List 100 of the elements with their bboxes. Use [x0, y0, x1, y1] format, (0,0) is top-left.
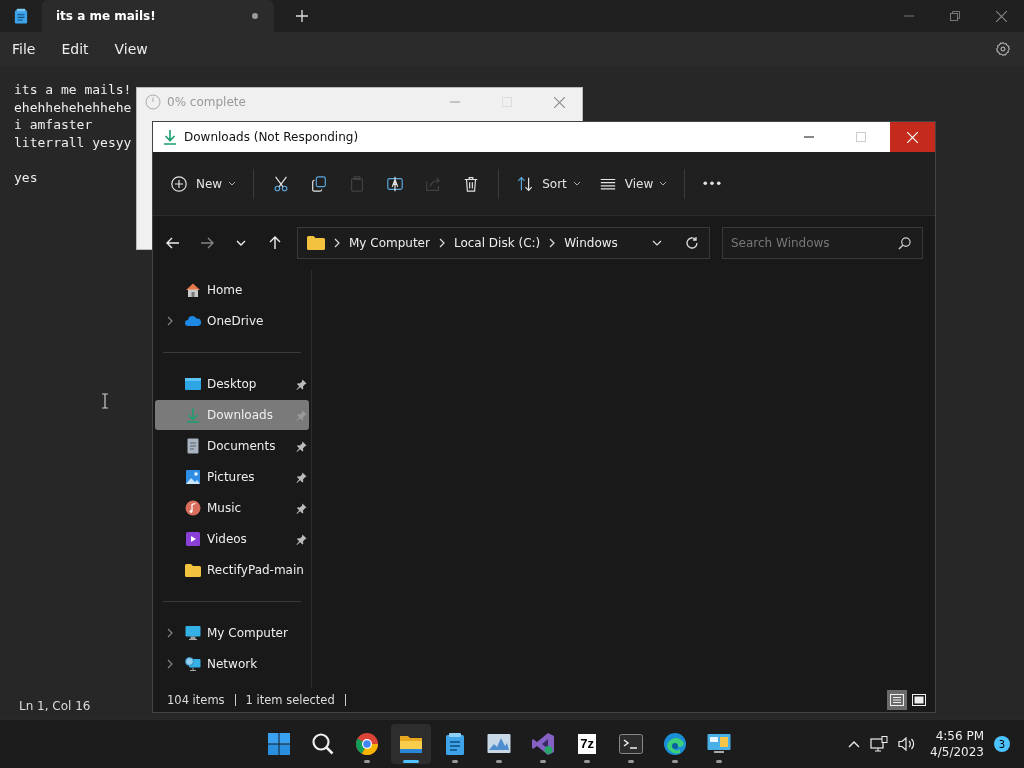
volume-icon[interactable]: [898, 736, 917, 752]
clock-date[interactable]: 4/5/2023: [930, 744, 984, 760]
pin-icon[interactable]: [296, 472, 307, 483]
terminal-icon: [619, 732, 644, 756]
address-bar[interactable]: My Computer Local Disk (C:) Windows: [297, 227, 710, 259]
tiles-icon: [912, 694, 926, 706]
refresh-icon[interactable]: [685, 236, 699, 250]
taskbar-app[interactable]: 7z: [567, 724, 608, 764]
chevron-icon: [549, 238, 556, 248]
notepad-icon: [14, 7, 28, 25]
navigation-item[interactable]: Desktop: [155, 369, 309, 399]
navigation-item[interactable]: Downloads: [155, 400, 309, 430]
details-view-button[interactable]: [887, 690, 907, 710]
music-icon: [185, 500, 201, 516]
download-icon: [163, 129, 177, 145]
selection-count: 1 item selected: [245, 693, 335, 707]
browser-icon: [355, 732, 380, 756]
close-icon: [995, 10, 1007, 22]
breadcrumb[interactable]: Local Disk (C:): [453, 236, 541, 250]
expand-icon[interactable]: [167, 659, 173, 669]
search-icon: [311, 732, 336, 756]
window-title: Downloads (Not Responding): [184, 130, 359, 144]
clock-time[interactable]: 4:56 PM: [935, 728, 984, 744]
text-line: literrall yesyy: [14, 134, 132, 150]
text-line: ehehhehehehhehe: [14, 99, 132, 115]
settings-icon[interactable]: [995, 41, 1011, 57]
document-tab[interactable]: its a me mails!: [42, 0, 274, 32]
navigation-item[interactable]: My Computer: [155, 618, 309, 648]
pin-icon[interactable]: [296, 441, 307, 452]
text-line: yes: [14, 169, 38, 185]
desktop-icon: [185, 376, 201, 392]
navigation-item[interactable]: Pictures: [155, 462, 309, 492]
navigation-item[interactable]: Home: [155, 275, 309, 305]
back-icon[interactable]: [165, 235, 181, 251]
app-icon: [531, 732, 556, 756]
text-cursor-icon: [101, 393, 109, 409]
home-icon: [185, 282, 201, 298]
details-icon: [890, 694, 904, 706]
navigation-item[interactable]: Network: [155, 649, 309, 679]
navigation-item[interactable]: Documents: [155, 431, 309, 461]
copy-icon: [310, 174, 329, 193]
start-icon: [267, 732, 292, 756]
text-line: its a me mails!: [14, 82, 132, 97]
breadcrumb[interactable]: Windows: [564, 236, 618, 250]
search-field[interactable]: Search Windows: [722, 227, 923, 259]
app-logo: 7z: [578, 734, 596, 754]
document-icon: [185, 438, 201, 454]
chevron-icon: [334, 238, 340, 248]
browser-icon: [663, 732, 688, 756]
clock-icon: [145, 94, 161, 110]
close-icon: [553, 96, 565, 108]
chart-icon: [487, 732, 512, 756]
folder-icon: [185, 562, 201, 578]
caret-icon: [572, 181, 581, 186]
toolbar-button[interactable]: Sort: [509, 166, 588, 201]
menu-item[interactable]: View: [114, 41, 148, 57]
sort-icon: [516, 174, 535, 193]
breadcrumb[interactable]: My Computer: [349, 236, 430, 250]
navigation-item[interactable]: Music: [155, 493, 309, 523]
close-icon: [907, 131, 918, 143]
item-count: 104 items: [167, 693, 225, 707]
navigation-item[interactable]: Videos: [155, 524, 309, 554]
video-icon: [185, 531, 201, 547]
toolbar-button[interactable]: New: [163, 166, 244, 201]
dropdown-icon[interactable]: [652, 240, 662, 246]
plus-circle-icon: [170, 174, 188, 193]
picture-icon: [185, 469, 201, 485]
taskbar-app[interactable]: [391, 724, 432, 764]
navigation-item[interactable]: RectifyPad-main: [155, 555, 309, 585]
text-line: i amfaster: [14, 117, 93, 132]
navigation-item[interactable]: OneDrive: [155, 306, 309, 336]
network-icon[interactable]: [870, 736, 889, 752]
download-icon: [185, 407, 201, 423]
expand-icon[interactable]: [167, 628, 173, 638]
expand-icon[interactable]: [167, 316, 173, 326]
new-tab-icon[interactable]: [296, 10, 308, 22]
folder-icon: [307, 236, 325, 250]
rename-icon: [386, 174, 405, 193]
menu-item[interactable]: File: [12, 41, 36, 57]
pin-icon[interactable]: [296, 379, 307, 390]
chevron-up-icon[interactable]: [848, 740, 861, 748]
control-panel-icon: [707, 732, 732, 756]
menu-item[interactable]: Edit: [61, 41, 89, 57]
pin-icon[interactable]: [296, 534, 307, 545]
search-icon[interactable]: [898, 236, 911, 250]
cursor-position: Ln 1, Col 16: [19, 699, 91, 713]
restore-icon: [950, 11, 960, 21]
caret-icon: [228, 181, 237, 186]
caret-icon: [659, 181, 668, 186]
pin-icon[interactable]: [296, 503, 307, 514]
chevron-icon: [438, 238, 445, 248]
dialog-title: 0% complete: [167, 95, 246, 109]
notification-badge[interactable]: 3: [994, 736, 1010, 752]
more-icon: [703, 181, 722, 186]
maximize-icon: [855, 132, 866, 142]
toolbar-button[interactable]: View: [591, 166, 675, 201]
computer-icon: [185, 625, 201, 641]
up-icon[interactable]: [267, 235, 283, 251]
cloud-icon: [185, 313, 201, 329]
network-icon: [185, 656, 201, 672]
